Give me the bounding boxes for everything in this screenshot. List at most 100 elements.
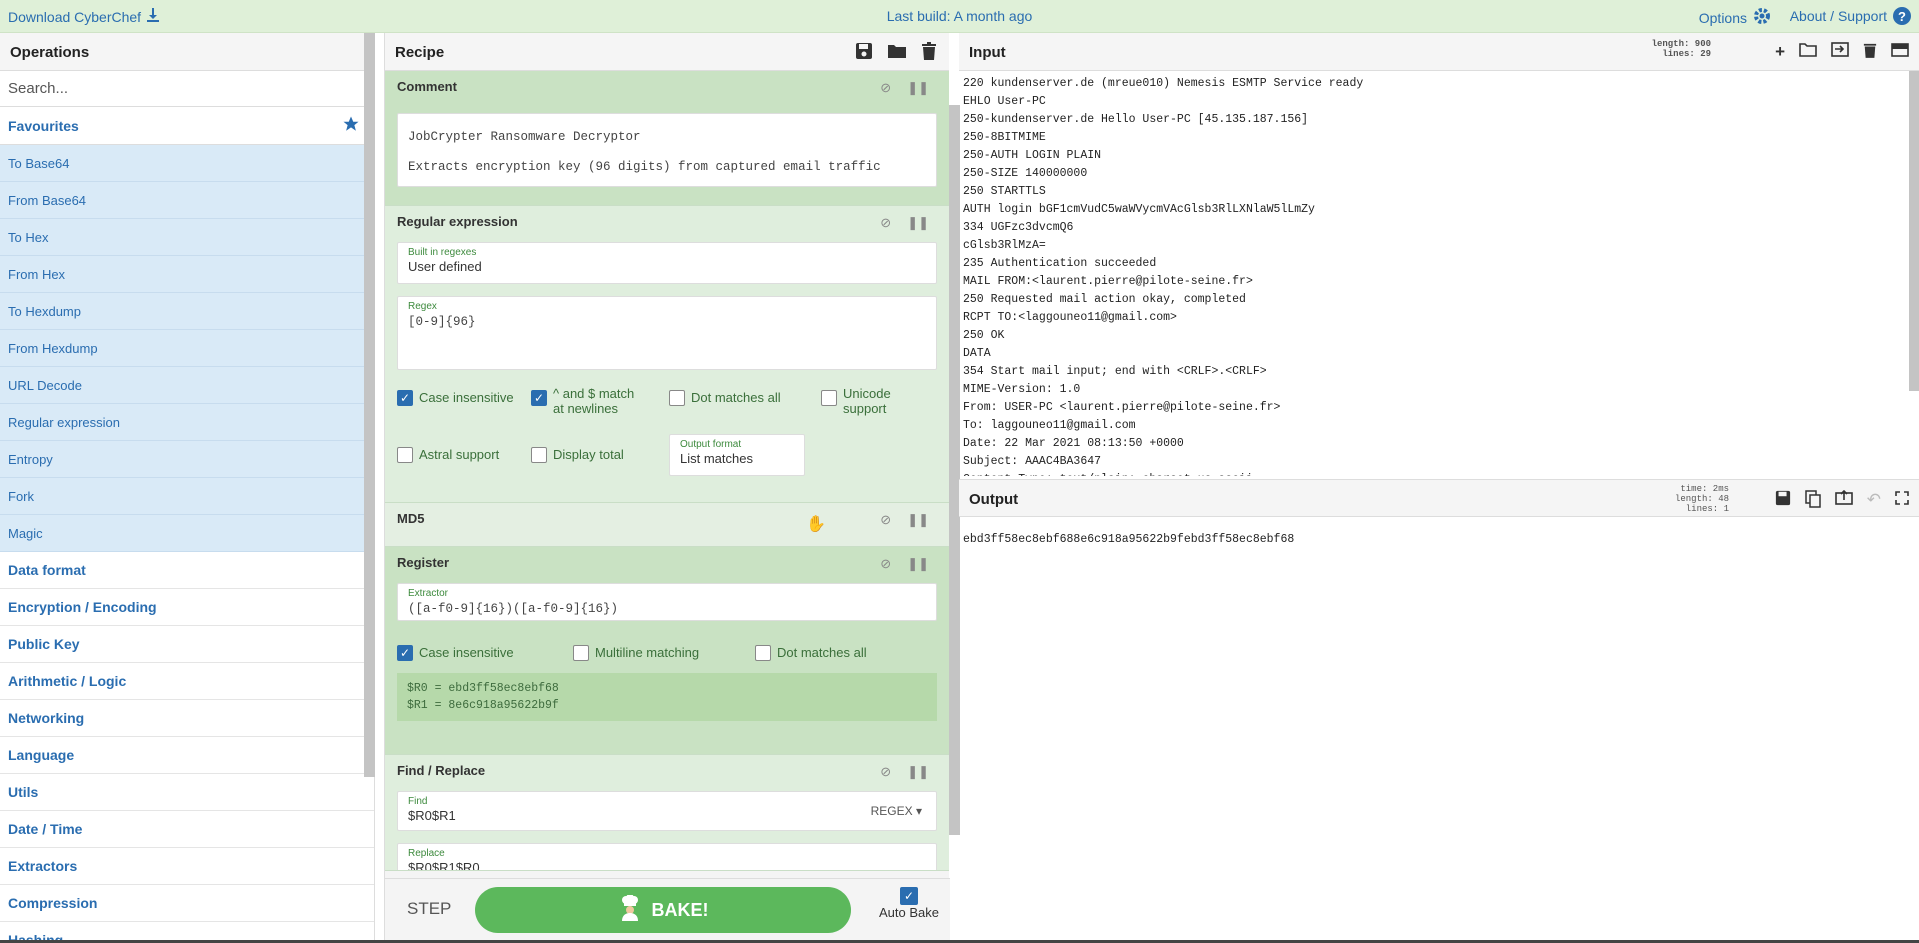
input-line: 354 Start mail input; end with <CRLF>.<C… xyxy=(963,365,1267,378)
options-link[interactable]: Options xyxy=(1699,7,1771,28)
case-insensitive-checkbox[interactable]: ✓ Case insensitive xyxy=(397,386,521,406)
pause-icon[interactable]: ❚❚ xyxy=(907,556,929,572)
operation-item[interactable]: To Hex xyxy=(0,219,374,256)
input-scrollbar[interactable] xyxy=(1909,71,1919,391)
operation-item[interactable]: Magic xyxy=(0,515,374,552)
builtin-regex-value: User defined xyxy=(408,259,482,274)
register-case-checkbox[interactable]: ✓ Case insensitive xyxy=(397,645,563,661)
operation-item[interactable]: Entropy xyxy=(0,441,374,478)
input-line: EHLO User-PC xyxy=(963,95,1046,108)
about-support-link[interactable]: About / Support ? xyxy=(1790,7,1911,25)
maximize-icon[interactable] xyxy=(1895,490,1909,513)
case-insensitive-label: Case insensitive xyxy=(419,390,514,405)
regex-field[interactable]: Regex [0-9]{96} xyxy=(397,296,937,370)
find-field[interactable]: Find $R0$R1 REGEX ▾ xyxy=(397,791,937,831)
build-info: Last build: A month ago xyxy=(886,8,1033,24)
operation-item[interactable]: From Hexdump xyxy=(0,330,374,367)
bake-button[interactable]: BAKE! xyxy=(475,887,851,933)
category-item[interactable]: Language xyxy=(0,737,374,774)
builtin-regex-select[interactable]: Built in regexes User defined xyxy=(397,242,937,284)
add-tab-icon[interactable]: + xyxy=(1775,42,1785,63)
favourites-category[interactable]: Favourites xyxy=(0,107,374,145)
copy-icon[interactable] xyxy=(1805,490,1821,513)
input-line: AUTH login bGF1cmVudC5waWVycmVAcGlsb3RlL… xyxy=(963,203,1315,216)
open-file-icon[interactable] xyxy=(1831,42,1849,63)
operation-item[interactable]: Regular expression xyxy=(0,404,374,441)
dot-matches-all-checkbox[interactable]: Dot matches all xyxy=(669,386,811,406)
pause-icon[interactable]: ❚❚ xyxy=(907,80,929,96)
folder-icon[interactable] xyxy=(887,43,907,63)
newline-label-1: ^ and $ match xyxy=(553,386,635,401)
step-button[interactable]: STEP xyxy=(407,899,451,919)
clear-input-icon[interactable] xyxy=(1863,42,1877,63)
find-mode-dropdown[interactable]: REGEX ▾ xyxy=(871,804,922,818)
pause-icon[interactable]: ❚❚ xyxy=(907,764,929,780)
search-input[interactable]: Search... xyxy=(0,71,374,107)
display-total-checkbox[interactable]: Display total xyxy=(531,447,659,463)
replace-field[interactable]: Replace $R0$R1$R0 xyxy=(397,843,937,870)
trash-icon[interactable] xyxy=(921,42,937,64)
star-icon xyxy=(342,115,360,136)
auto-bake-checkbox[interactable]: ✓ Auto Bake xyxy=(879,887,939,920)
bake-label: BAKE! xyxy=(651,899,709,920)
category-item[interactable]: Date / Time xyxy=(0,811,374,848)
operation-item[interactable]: From Base64 xyxy=(0,182,374,219)
disable-icon[interactable]: ⊘ xyxy=(880,215,891,231)
category-item[interactable]: Utils xyxy=(0,774,374,811)
output-text[interactable]: ebd3ff58ec8ebf688e6c918a95622b9febd3ff58… xyxy=(963,533,1294,546)
input-line: cGlsb3RlMzA= xyxy=(963,239,1046,252)
multiline-label: Multiline matching xyxy=(595,645,700,660)
save-icon[interactable] xyxy=(855,42,873,64)
open-folder-icon[interactable] xyxy=(1799,42,1817,63)
pause-icon[interactable]: ❚❚ xyxy=(907,215,929,231)
operation-item[interactable]: URL Decode xyxy=(0,367,374,404)
pause-icon[interactable]: ❚❚ xyxy=(907,512,929,528)
chef-icon xyxy=(618,893,642,926)
operation-item[interactable]: Fork xyxy=(0,478,374,515)
operations-scrollbar[interactable] xyxy=(364,33,375,777)
disable-icon[interactable]: ⊘ xyxy=(880,556,891,572)
recipe-title: Recipe xyxy=(395,44,445,61)
save-output-icon[interactable] xyxy=(1775,490,1791,513)
category-item[interactable]: Public Key xyxy=(0,626,374,663)
layout-icon[interactable] xyxy=(1891,42,1909,63)
register-case-label: Case insensitive xyxy=(419,645,514,660)
multiline-checkbox[interactable]: Multiline matching xyxy=(573,645,745,661)
output-format-select[interactable]: Output format List matches xyxy=(669,434,805,476)
register-r0: $R0 = ebd3ff58ec8ebf68 xyxy=(407,682,559,695)
category-item[interactable]: Data format xyxy=(0,552,374,589)
unicode-checkbox[interactable]: Unicode support xyxy=(821,386,891,416)
register-dot-checkbox[interactable]: Dot matches all xyxy=(755,645,867,661)
output-title: Output xyxy=(969,491,1019,508)
undo-icon[interactable]: ↶ xyxy=(1867,490,1881,513)
find-value: $R0$R1 xyxy=(408,808,456,823)
operation-item[interactable]: From Hex xyxy=(0,256,374,293)
category-item[interactable]: Arithmetic / Logic xyxy=(0,663,374,700)
category-item[interactable]: Encryption / Encoding xyxy=(0,589,374,626)
category-item[interactable]: Compression xyxy=(0,885,374,922)
categories-list: Data format Encryption / Encoding Public K… xyxy=(0,552,374,943)
category-item[interactable]: Networking xyxy=(0,700,374,737)
replace-input-icon[interactable] xyxy=(1834,489,1853,513)
operation-item[interactable]: To Base64 xyxy=(0,145,374,182)
input-textarea[interactable]: 220 kundenserver.de (mreue010) Nemesis E… xyxy=(959,71,1919,476)
input-lines-label: lines: xyxy=(1662,49,1695,59)
about-label: About / Support xyxy=(1789,8,1887,24)
input-header: Input length: 900 lines: 29 + xyxy=(959,33,1919,71)
disable-icon[interactable]: ⊘ xyxy=(880,512,891,528)
extractor-field[interactable]: Extractor ([a-f0-9]{16})([a-f0-9]{16}) xyxy=(397,583,937,621)
input-line: RCPT TO:<laggouneo11@gmail.com> xyxy=(963,311,1177,324)
category-item[interactable]: Extractors xyxy=(0,848,374,885)
checkbox-unchecked-icon xyxy=(669,390,685,406)
astral-support-checkbox[interactable]: Astral support xyxy=(397,447,521,463)
disable-icon[interactable]: ⊘ xyxy=(880,764,891,780)
unicode-label-1: Unicode xyxy=(843,386,891,401)
favourites-list: To Base64 From Base64 To Hex From Hex To Hex… xyxy=(0,145,374,552)
newline-checkbox[interactable]: ✓ ^ and $ match at newlines xyxy=(531,386,659,416)
dot-matches-label: Dot matches all xyxy=(691,390,781,405)
operation-item[interactable]: To Hexdump xyxy=(0,293,374,330)
astral-support-label: Astral support xyxy=(419,447,500,462)
md5-ingredient: MD5 ⊘ ❚❚ ✋ xyxy=(385,503,949,547)
disable-icon[interactable]: ⊘ xyxy=(880,80,891,96)
comment-textarea[interactable]: JobCrypter Ransomware Decryptor Extracts… xyxy=(397,113,937,187)
